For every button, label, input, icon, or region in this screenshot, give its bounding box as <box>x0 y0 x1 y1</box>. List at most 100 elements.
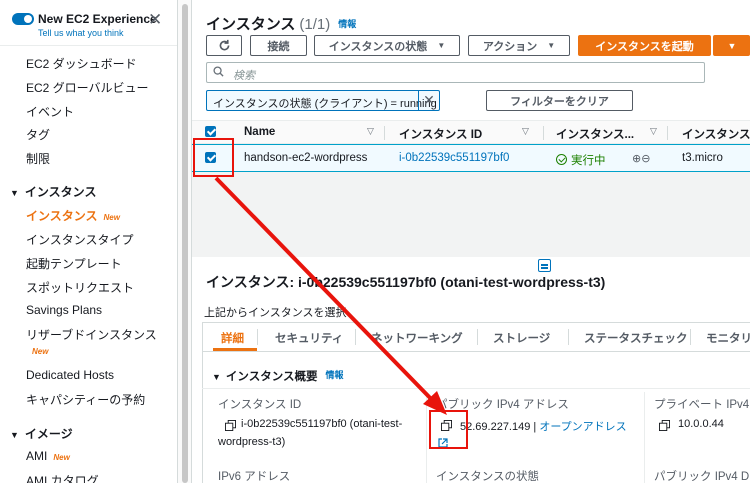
feedback-link[interactable]: Tell us what you think <box>38 28 124 38</box>
instance-state-dropdown[interactable]: インスタンスの状態 ▼ <box>314 35 460 56</box>
public-dns-label: パブリック IPv4 DN <box>654 471 750 483</box>
select-all-checkbox[interactable] <box>205 126 216 137</box>
sidebar-item-reserved-instances[interactable]: リザーブドインスタンス <box>26 326 157 343</box>
tab-divider <box>690 329 691 345</box>
column-header-name[interactable]: Name <box>244 126 275 138</box>
tab-divider <box>568 329 569 345</box>
refresh-icon <box>219 39 229 51</box>
private-ipv4-label: プライベート IPv4 ア <box>654 399 750 411</box>
state-label: 実行中 <box>571 155 606 167</box>
copy-icon[interactable] <box>659 420 670 431</box>
sidebar-item-capacity-reservations[interactable]: キャパシティーの予約 <box>26 391 145 408</box>
active-tab-indicator <box>213 348 257 351</box>
instance-state-label: インスタンスの状態 <box>328 40 428 53</box>
refresh-button[interactable] <box>206 35 242 56</box>
sort-icon[interactable]: ▽ <box>522 126 529 137</box>
tab-monitoring[interactable]: モニタリ <box>706 330 750 346</box>
actions-dropdown[interactable]: アクション ▼ <box>468 35 570 56</box>
instance-state-label: インスタンスの状態 <box>436 471 540 483</box>
new-experience-title: New EC2 Experience <box>38 12 157 26</box>
table-header: Name ▽ インスタンス ID ▽ インスタンス... ▽ インスタンス... <box>192 120 750 144</box>
actions-label: アクション <box>482 40 538 53</box>
highlight-box-checkbox <box>193 138 234 177</box>
column-divider <box>543 126 544 140</box>
selection-count: (1/1) <box>299 16 331 33</box>
sidebar-item-instance-types[interactable]: インスタンスタイプ <box>26 231 134 248</box>
open-address-link[interactable]: オープンアドレス <box>539 421 626 433</box>
tab-storage[interactable]: ストレージ <box>493 330 550 346</box>
cell-name: handson-ec2-wordpress <box>244 152 368 164</box>
sidebar-item-label: インスタンス <box>26 209 98 223</box>
instance-id-label: インスタンス ID <box>218 399 302 411</box>
ipv6-label: IPv6 アドレス <box>218 471 291 483</box>
sidebar-item-global-view[interactable]: EC2 グローバルビュー <box>26 79 149 96</box>
sidebar-item-ec2-dashboard[interactable]: EC2 ダッシュボード <box>26 55 137 72</box>
info-link[interactable]: 情報 <box>338 19 356 29</box>
sidebar-scrollbar[interactable] <box>178 0 192 483</box>
caret-down-icon: ▼ <box>10 430 19 440</box>
tab-networking[interactable]: ネットワーキング <box>371 330 463 346</box>
sidebar-item-limits[interactable]: 制限 <box>26 150 50 167</box>
sidebar-item-label: AMI <box>26 449 48 463</box>
filter-chip[interactable]: インスタンスの状態 (クライアント) = running ✕ <box>206 90 440 111</box>
tab-divider <box>477 329 478 345</box>
tab-divider <box>257 329 258 345</box>
column-divider <box>644 392 645 483</box>
detail-hint: 上記からインスタンスを選択 <box>204 307 347 319</box>
instance-summary-header[interactable]: ▼ インスタンス概要 情報 <box>212 368 343 384</box>
zoom-in-out-icon[interactable]: ⊕⊖ <box>632 152 650 165</box>
panel-resize-handle[interactable] <box>538 259 551 272</box>
new-badge: New <box>103 213 120 222</box>
table-row[interactable]: handson-ec2-wordpress i-0b22539c551197bf… <box>192 144 750 172</box>
public-ipv4-text: 52.69.227.149 <box>460 421 531 433</box>
sidebar-item-dedicated-hosts[interactable]: Dedicated Hosts <box>26 368 114 382</box>
connect-button[interactable]: 接続 <box>250 35 307 56</box>
caret-down-icon: ▼ <box>727 40 737 51</box>
tab-status-checks[interactable]: ステータスチェック <box>584 330 688 346</box>
cell-instance-state: 実行中 <box>556 152 606 168</box>
copy-icon[interactable] <box>225 420 236 431</box>
sidebar-item-spot-requests[interactable]: スポットリクエスト <box>26 279 134 296</box>
new-badge: New <box>53 453 70 462</box>
section-label: イメージ <box>24 427 73 441</box>
sidebar-item-ami[interactable]: AMI New <box>26 449 70 463</box>
column-header-instance-id[interactable]: インスタンス ID <box>399 126 482 142</box>
sidebar-item-tags[interactable]: タグ <box>26 126 50 143</box>
info-link[interactable]: 情報 <box>325 370 343 380</box>
column-header-instance-type[interactable]: インスタンス... <box>682 126 750 142</box>
table-empty-area <box>192 172 750 257</box>
new-badge: New <box>32 347 49 356</box>
instance-id-value-cont: wordpress-t3) <box>218 436 286 448</box>
search-icon <box>213 66 224 77</box>
sidebar-section-images[interactable]: ▼ イメージ <box>10 425 73 442</box>
sort-icon[interactable]: ▽ <box>650 126 657 137</box>
sort-icon[interactable]: ▽ <box>367 126 374 137</box>
sidebar-item-savings-plans[interactable]: Savings Plans <box>26 303 102 317</box>
detail-title: インスタンス: i-0b22539c551197bf0 (otani-test-… <box>206 274 606 290</box>
instance-id-value: i-0b22539c551197bf0 (otani-test- <box>241 418 403 430</box>
new-experience-toggle[interactable] <box>12 13 34 25</box>
page-title: インスタンス (1/1) 情報 <box>206 13 356 34</box>
clear-filters-button[interactable]: フィルターをクリア <box>486 90 633 111</box>
sidebar-item-launch-templates[interactable]: 起動テンプレート <box>26 255 122 272</box>
sidebar-item-instances[interactable]: インスタンス New <box>26 207 120 224</box>
instance-id-link[interactable]: i-0b22539c551197bf0 <box>399 152 509 164</box>
launch-instance-button[interactable]: インスタンスを起動 <box>578 35 711 56</box>
scrollbar-thumb[interactable] <box>182 4 188 483</box>
column-header-instance-state[interactable]: インスタンス... <box>556 126 634 142</box>
tab-security[interactable]: セキュリティ <box>275 330 343 346</box>
launch-options-dropdown[interactable]: ▼ <box>713 35 750 56</box>
column-divider <box>426 392 427 483</box>
separator: | <box>533 421 537 433</box>
section-label: インスタンス概要 <box>225 371 318 383</box>
filter-chip-label: インスタンスの状態 (クライアント) = running <box>213 98 437 110</box>
main-panel: インスタンス (1/1) 情報 接続 インスタンスの状態 ▼ アクション ▼ インスタン… <box>192 0 750 483</box>
sidebar-item-events[interactable]: イベント <box>26 103 74 120</box>
sidebar-section-instances[interactable]: ▼ インスタンス <box>10 183 96 200</box>
tab-details[interactable]: 詳細 <box>221 330 244 346</box>
sidebar-item-ami-catalog[interactable]: AMI カタログ <box>26 472 99 483</box>
remove-filter-icon[interactable]: ✕ <box>418 90 439 111</box>
search-input[interactable]: 検索 <box>206 62 705 83</box>
close-icon[interactable]: ✕ <box>148 10 162 30</box>
check-circle-icon <box>556 154 567 165</box>
